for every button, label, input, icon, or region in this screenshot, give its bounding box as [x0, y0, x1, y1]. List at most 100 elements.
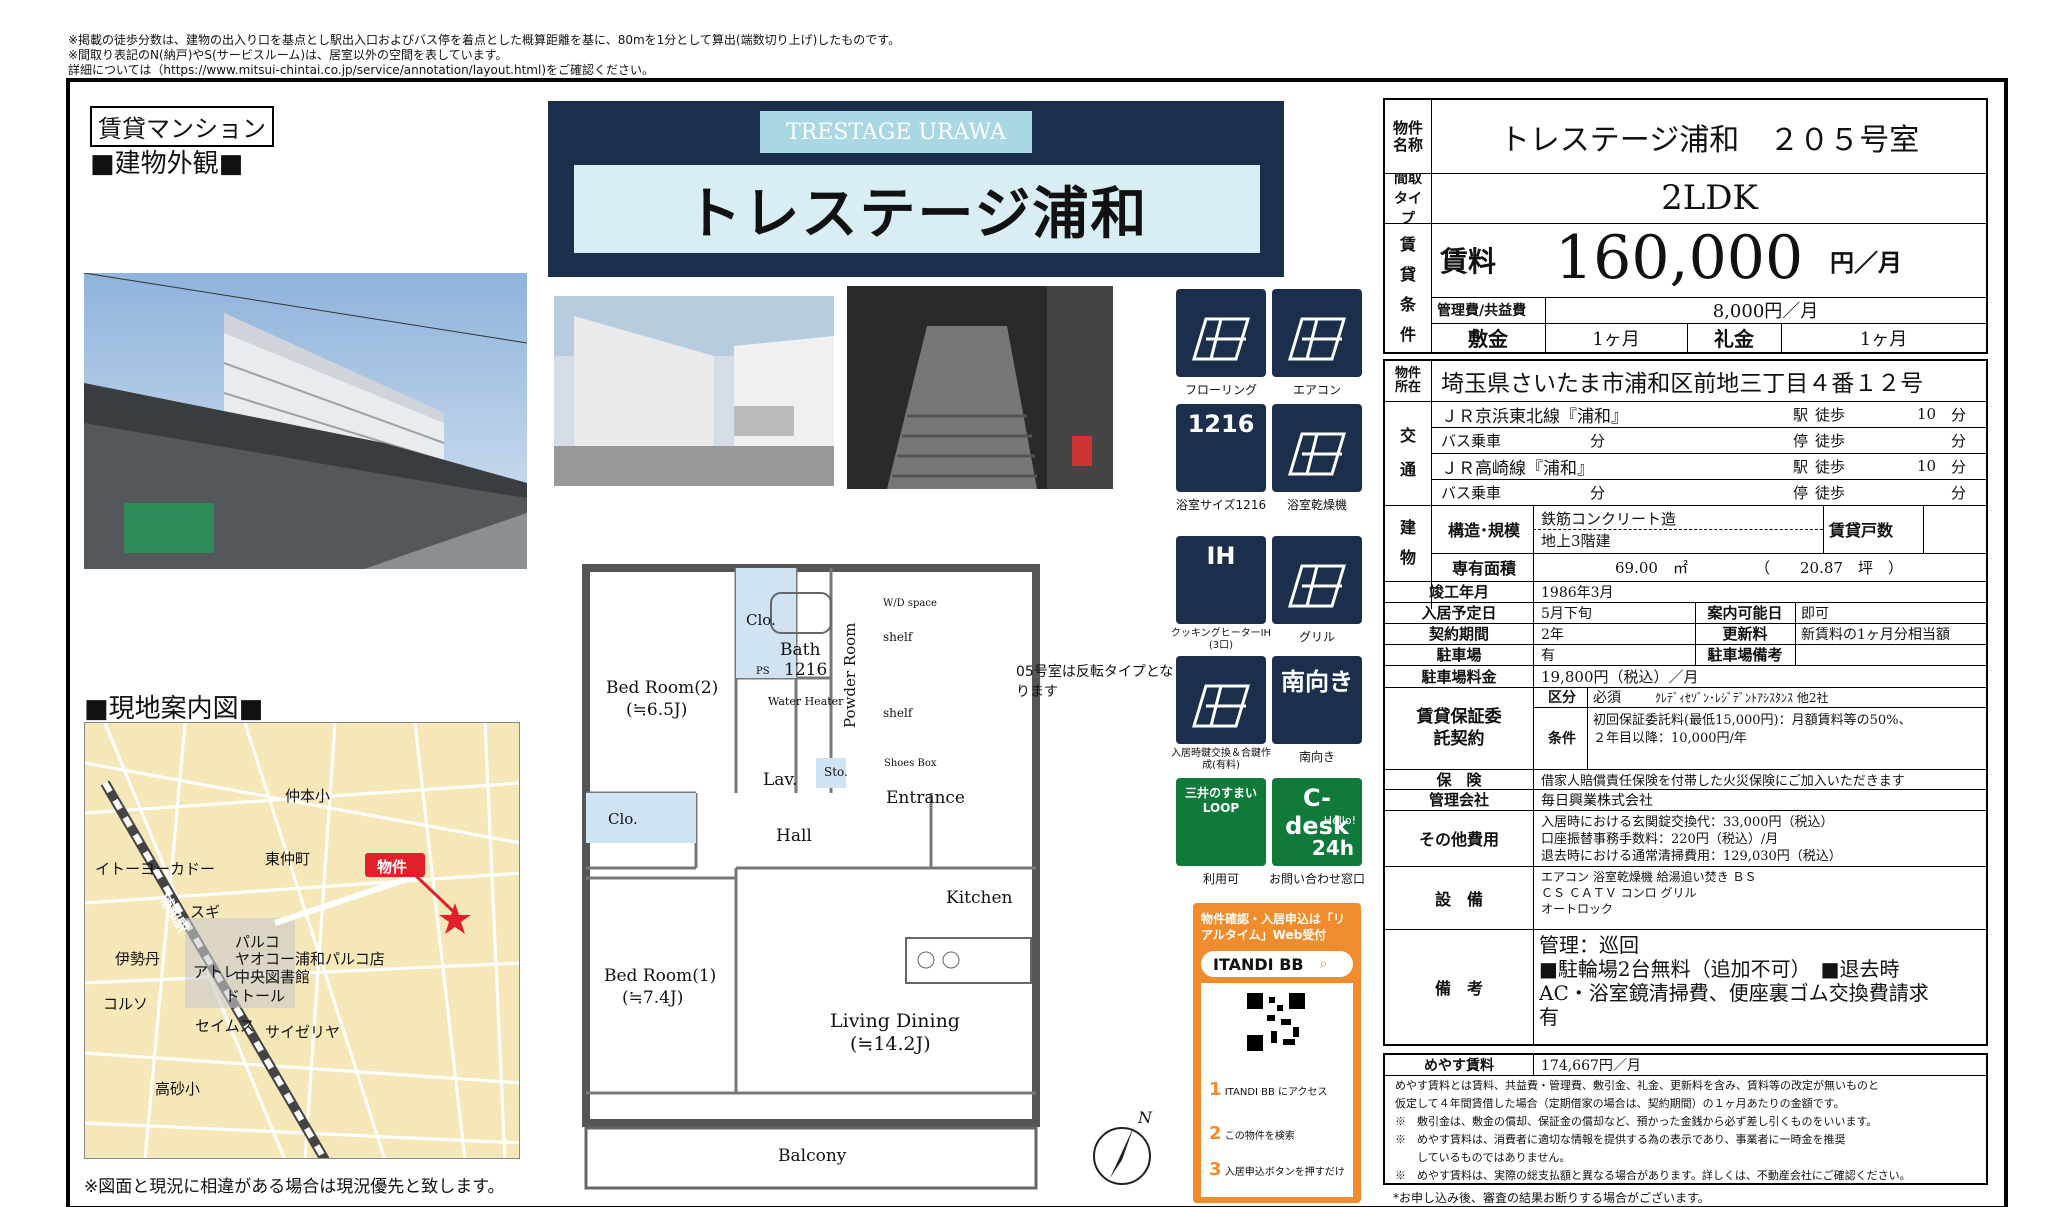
deposit-label: 敷金	[1468, 327, 1508, 351]
guarantee-required: 必須	[1593, 690, 1621, 706]
structure: 鉄筋コンクリート造	[1541, 509, 1677, 528]
address: 埼玉県さいたま市浦和区前地三丁目４番１２号	[1441, 371, 1924, 397]
transport-stop: 駅	[1793, 405, 1809, 424]
transport-walk: 徒歩	[1815, 483, 1846, 502]
built-label: 竣工年月	[1428, 583, 1489, 601]
itandi-step-3: 3 入居申込ボタンを押すだけ	[1209, 1159, 1345, 1180]
loop-icon: 三井のすまい LOOP	[1176, 778, 1266, 866]
movein: 5月下旬	[1541, 605, 1592, 622]
amenity-tile-text: IH	[1206, 542, 1236, 570]
transport-line: バス乗車	[1441, 483, 1502, 502]
guarantee-cond-label: 条件	[1548, 731, 1576, 747]
map-label-higashinaka: 東仲町	[265, 850, 311, 868]
property-type-badge: 賃貸マンション	[90, 106, 274, 147]
address-label: 物件所在	[1394, 366, 1421, 395]
mgmt-fee: 8,000円／月	[1712, 301, 1819, 322]
amenity-tile-text: 南向き	[1281, 668, 1353, 696]
amenity-caption: 浴室乾燥機	[1286, 498, 1347, 512]
room-label-ps: PS	[756, 666, 770, 677]
mgmt-fee-label: 管理費/共益費	[1437, 303, 1527, 319]
key-icon	[1176, 656, 1266, 744]
grill-icon	[1272, 536, 1362, 624]
viewing: 即可	[1801, 605, 1829, 622]
room-label-bath: Bath	[780, 640, 821, 660]
cdesk-icon: C-desk 24h Hello!	[1272, 778, 1362, 866]
parking-fee-label: 駐車場料金	[1421, 667, 1497, 686]
floorplan-note: 05号室は反転タイプとなります	[1016, 664, 1174, 700]
guarantee-label: 賃貸保証委託契約	[1416, 707, 1502, 749]
transport-unit: 分	[1951, 483, 1967, 502]
aircon-icon	[1272, 289, 1362, 377]
equipment-2: ＣＳ ＣＡＴＶ コンロ グリル	[1541, 885, 1697, 900]
header-note-1: ※掲載の徒歩分数は、建物の出入り口を基点とし駅出入口およびバス停を着点とした概算…	[68, 33, 901, 47]
map-label-korson: コルソ	[103, 995, 149, 1013]
room-label-lav: Lav.	[763, 770, 798, 790]
meyasu-note-line: ※ 敷引金は、敷金の償却、保証金の償却など、預かった金銭から必ず差し引くものをい…	[1395, 1115, 1878, 1128]
amenity-caption: 入居時鍵交換＆合鍵作成(有料)	[1171, 748, 1271, 771]
location-map: 仲本小 東仲町 イトーヨーカドー 物件 浦和駅 スギ 伊勢丹 パルコ ヤオコー浦…	[84, 722, 520, 1159]
amenity-caption: グリル	[1298, 630, 1335, 644]
amenity-caption: フローリング	[1184, 383, 1257, 397]
map-label-property: 物件	[377, 858, 408, 876]
insurance: 借家人賠償責任保険を付帯した火災保険にご加入いただきます	[1541, 773, 1905, 789]
rent-unit: 円／月	[1830, 248, 1902, 277]
info-details-box: 物件所在 埼玉県さいたま市浦和区前地三丁目４番１２号 交通 建物 構造･規模 鉄…	[1383, 359, 1988, 1046]
floors: 地上3階建	[1541, 531, 1611, 550]
equipment-1: エアコン 浴室乾燥機 給湯追い焚き ＢＳ	[1541, 869, 1757, 884]
transport-unit: 分	[1951, 457, 1967, 476]
itandi-steps-card: 1 ITANDI BB にアクセス 2 この物件を検索 3 入居申込ボタンを押す…	[1201, 983, 1353, 1197]
transport-unit: 分	[1951, 431, 1967, 450]
rent-label: 賃料	[1440, 245, 1497, 278]
amenity-glyph	[1287, 564, 1347, 608]
footer-note: *お申し込み後、審査の結果お断りする場合がございます。	[1393, 1191, 1710, 1205]
property-name: トレステージ浦和 ２０５号室	[1499, 122, 1920, 158]
transport-minutes: 10	[1917, 405, 1937, 423]
north-label: N	[1138, 1108, 1152, 1127]
rent-amount: 160,000	[1555, 223, 1804, 293]
company: 毎日興業株式会社	[1541, 792, 1653, 809]
room-label-clo2: Clo.	[608, 810, 638, 828]
deposit: 1ヶ月	[1592, 328, 1640, 350]
south-icon: 南向き	[1272, 656, 1362, 744]
banner-english: TRESTAGE URAWA	[760, 111, 1032, 153]
room-size-bed2: (≒6.5J)	[626, 700, 688, 720]
guarantee-cond-1: 初回保証委託料(最低15,000円)：月額賃料等の50%、	[1593, 712, 1912, 728]
amenity-tile-hello: Hello!	[1323, 814, 1356, 827]
renewal: 新賃料の1ヶ月分相当額	[1801, 626, 1950, 643]
room-label-water-heater: Water Heater	[768, 695, 844, 708]
bath-dryer-icon	[1272, 404, 1362, 492]
transport-line: ＪＲ高崎線『浦和』	[1441, 458, 1594, 479]
room-label-living: Living Dining	[830, 1010, 960, 1032]
meyasu-label: めやす賃料	[1424, 1058, 1494, 1074]
transport-stop: 駅	[1793, 457, 1809, 476]
equipment-3: オートロック	[1541, 901, 1614, 916]
room-size-bath: 1216	[784, 660, 828, 680]
amenity-glyph	[1191, 317, 1251, 361]
amenity-caption: 浴室サイズ1216	[1175, 498, 1267, 512]
itandi-search-box[interactable]: ITANDI BB ⌕	[1201, 951, 1353, 977]
map-label-takasago: 高砂小	[155, 1080, 201, 1098]
building-label: 建物	[1399, 518, 1416, 567]
room-label-shoes: Shoes Box	[884, 758, 937, 769]
qr-code-icon	[1245, 991, 1307, 1053]
remarks-4: 有	[1539, 1004, 1559, 1028]
itandi-top-text: 物件確認・入居申込は「リアルタイム」Web受付	[1201, 912, 1346, 942]
bath-size-icon: 1216	[1176, 404, 1266, 492]
amenity-glyph	[1287, 317, 1347, 361]
meyasu-note-line: しているものではありません。	[1395, 1151, 1571, 1164]
map-label-saizeriya: サイゼリヤ	[265, 1023, 341, 1041]
parking-label: 駐車場	[1436, 646, 1482, 664]
transport-bus-min: 分	[1590, 483, 1606, 502]
remarks-label: 備 考	[1434, 978, 1483, 998]
transport-line: ＪＲ京浜東北線『浦和』	[1441, 406, 1628, 427]
amenity-caption: 利用可	[1202, 872, 1239, 886]
meyasu-box: めやす賃料 174,667円／月 めやす賃料とは賃料、共益費・管理費、敷引金、礼…	[1383, 1053, 1988, 1185]
renewal-label: 更新料	[1722, 625, 1768, 643]
room-size-bed1: (≒7.4J)	[622, 988, 684, 1008]
area-tsubo: （ 20.87 坪 ）	[1755, 558, 1903, 577]
map-label-atre: アトレ	[193, 963, 239, 981]
units-label: 賃貸戸数	[1829, 521, 1894, 540]
room-label-hall: Hall	[776, 826, 812, 846]
amenity-glyph	[1191, 684, 1251, 728]
layout-type-label: 間取タイプ	[1394, 173, 1422, 223]
